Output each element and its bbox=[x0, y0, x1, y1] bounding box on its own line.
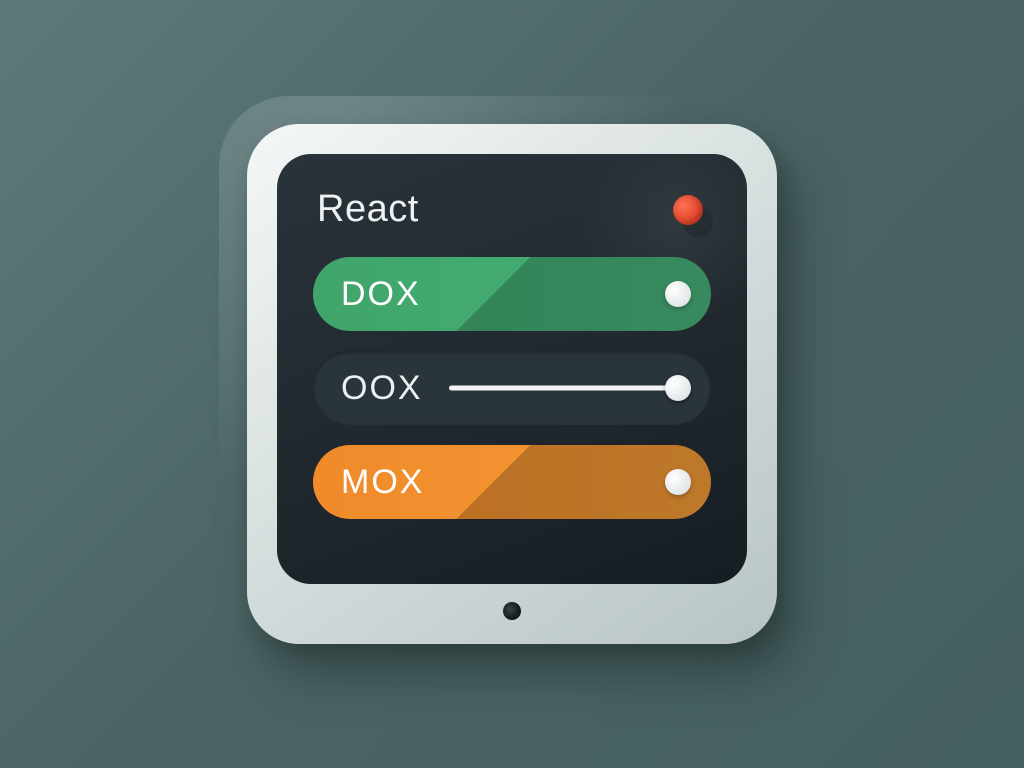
toggle-mox[interactable]: MOX bbox=[313, 445, 711, 519]
toggle-label: DOX bbox=[341, 275, 421, 314]
app-title: React bbox=[317, 188, 419, 231]
screen: React DOX OOX MOX bbox=[277, 154, 747, 584]
toggle-knob-icon[interactable] bbox=[665, 281, 691, 307]
slider-track bbox=[449, 386, 679, 391]
slider-knob-icon[interactable] bbox=[665, 375, 691, 401]
device-frame: React DOX OOX MOX bbox=[247, 124, 777, 644]
slider-label: OOX bbox=[341, 369, 423, 408]
toggle-knob-icon[interactable] bbox=[665, 469, 691, 495]
slider-oox[interactable]: OOX bbox=[313, 351, 711, 425]
header: React bbox=[313, 188, 711, 231]
toggle-dox[interactable]: DOX bbox=[313, 257, 711, 331]
home-button-icon[interactable] bbox=[503, 602, 521, 620]
option-list: DOX OOX MOX bbox=[313, 257, 711, 519]
status-dot-icon[interactable] bbox=[673, 195, 703, 225]
toggle-label: MOX bbox=[341, 463, 424, 502]
